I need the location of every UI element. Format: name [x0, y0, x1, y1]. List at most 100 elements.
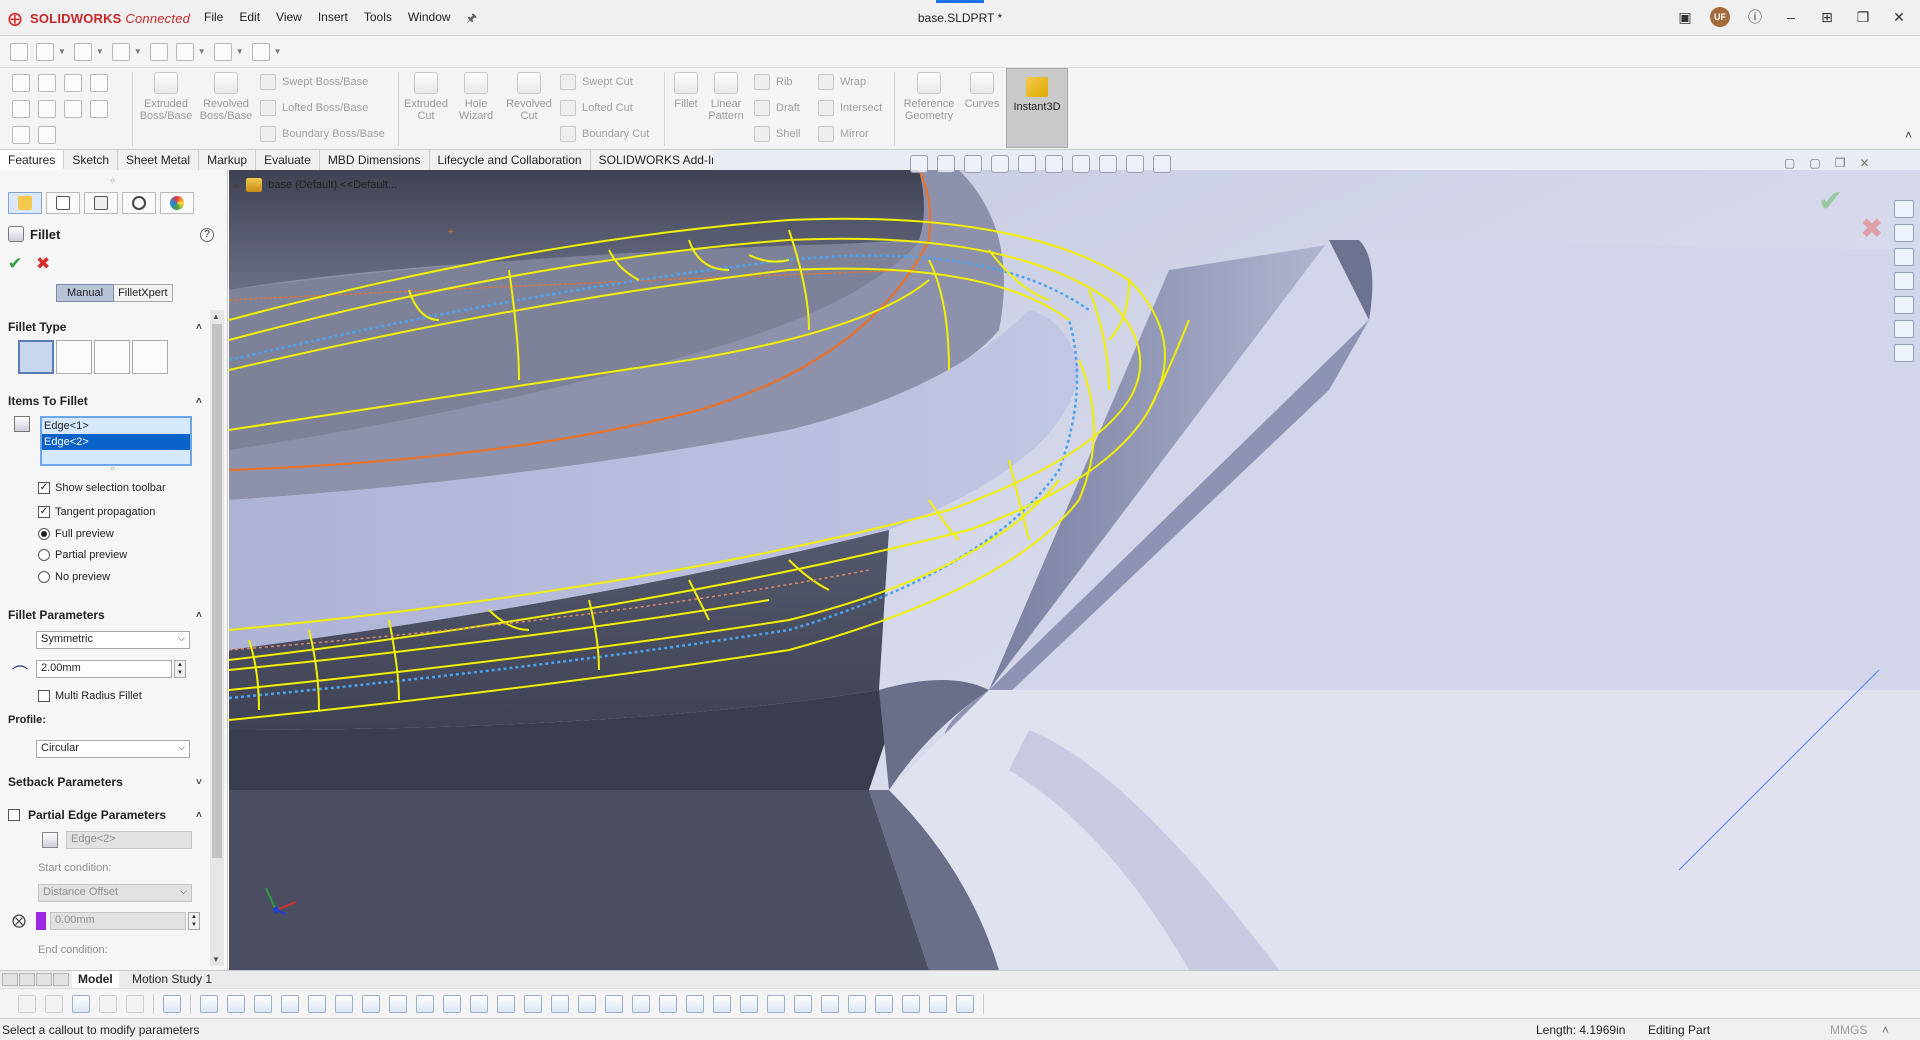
draft-button[interactable]: Draft	[754, 100, 800, 116]
filter-geometric-tolerance-icon[interactable]	[551, 994, 569, 1013]
lofted-cut-button[interactable]: Lofted Cut	[560, 100, 633, 116]
instant3d-button[interactable]: Instant3D	[1006, 68, 1068, 148]
zoom-to-area-icon[interactable]	[937, 155, 955, 173]
home-icon[interactable]	[12, 74, 30, 92]
scrollbar-thumb[interactable]	[212, 324, 222, 858]
new-document-icon[interactable]	[36, 42, 54, 61]
menu-edit[interactable]: Edit	[239, 10, 260, 24]
tab-lifecycle-collaboration[interactable]: Lifecycle and Collaboration	[429, 150, 591, 170]
filter-surface-finish-icon[interactable]	[524, 994, 542, 1013]
configuration-manager-tab[interactable]	[84, 192, 118, 214]
fillet-method-select[interactable]: Symmetric ⌵	[36, 631, 190, 649]
hide-show-items-icon[interactable]	[1072, 155, 1090, 173]
previous-view-icon[interactable]	[964, 155, 982, 173]
partial-preview-row[interactable]: Partial preview	[38, 549, 127, 561]
tab-motion-study-1[interactable]: Motion Study 1	[126, 971, 218, 989]
constant-size-fillet-button[interactable]	[18, 340, 54, 374]
filter-routing-points-icon[interactable]	[794, 994, 812, 1013]
filter-solid-bodies-icon[interactable]	[281, 994, 299, 1013]
confirmation-corner-ok-icon[interactable]: ✔	[1818, 184, 1843, 219]
filter-mesh-vertices-icon[interactable]	[956, 994, 974, 1013]
previous-tab-icon[interactable]	[19, 973, 35, 986]
partial-edge-parameters-header[interactable]: Partial Edge Parameters ˄	[8, 806, 202, 824]
hole-wizard-button[interactable]: Hole Wizard	[452, 72, 500, 122]
fillet-button[interactable]: Fillet	[668, 72, 704, 110]
items-to-fillet-header[interactable]: Items To Fillet ˄	[8, 392, 202, 410]
filter-dimensions-icon[interactable]	[497, 994, 515, 1013]
filter-mesh-facets-icon[interactable]	[902, 994, 920, 1013]
filter-midpoints-icon[interactable]	[416, 994, 434, 1013]
graphics-viewport[interactable]	[229, 170, 1920, 970]
restore-icon[interactable]: ❐	[1852, 6, 1874, 28]
close-icon[interactable]: ✕	[1888, 6, 1910, 28]
tile-windows-icon[interactable]: ⊞	[1816, 6, 1838, 28]
offset-distance-input[interactable]: 0.00mm	[50, 912, 186, 930]
boundary-cut-button[interactable]: Boundary Cut	[560, 126, 649, 142]
view-orientation-icon[interactable]	[1018, 155, 1036, 173]
reference-geometry-button[interactable]: Reference Geometry	[898, 72, 960, 122]
display-manager-tab[interactable]	[160, 192, 194, 214]
tangent-propagation-row[interactable]: ✓ Tangent propagation	[38, 506, 155, 518]
undo-icon[interactable]	[213, 42, 232, 61]
cancel-x-icon[interactable]: ✖	[36, 254, 50, 274]
tab-sketch[interactable]: Sketch	[64, 150, 119, 170]
swept-cut-button[interactable]: Swept Cut	[560, 74, 633, 90]
tab-features[interactable]: Features	[0, 150, 65, 170]
solidworks-forum-icon[interactable]	[1894, 344, 1914, 362]
filter-notes-icon[interactable]	[578, 994, 596, 1013]
no-preview-radio[interactable]	[38, 571, 50, 583]
dropdown-arrow-icon[interactable]: ▼	[236, 47, 244, 56]
home-icon[interactable]	[10, 42, 28, 61]
intersect-button[interactable]: Intersect	[818, 100, 882, 116]
filter-connection-points-icon[interactable]	[767, 994, 785, 1013]
wrap-button[interactable]: Wrap	[818, 74, 866, 90]
save-icon[interactable]	[38, 74, 56, 92]
viewport-tile-right-icon[interactable]: ▢	[1809, 156, 1820, 170]
display-style-icon[interactable]	[1045, 155, 1063, 173]
filter-mesh-edges-icon[interactable]	[929, 994, 947, 1013]
filletxpert-mode-button[interactable]: FilletXpert	[114, 284, 173, 302]
feature-manager-tab[interactable]	[8, 192, 42, 214]
property-manager-tab[interactable]	[46, 192, 80, 214]
save-icon[interactable]	[111, 42, 130, 61]
full-preview-row[interactable]: Full preview	[38, 528, 114, 540]
rebuild-icon[interactable]	[90, 100, 108, 118]
shell-button[interactable]: Shell	[754, 126, 800, 142]
next-tab-icon[interactable]	[36, 973, 52, 986]
rib-button[interactable]: Rib	[754, 74, 793, 90]
filter-edges-icon[interactable]	[200, 994, 218, 1013]
scroll-up-icon[interactable]: ▲	[212, 312, 220, 321]
list-item[interactable]: Edge<1>	[42, 418, 190, 434]
filter-blocks-icon[interactable]	[713, 994, 731, 1013]
variable-size-fillet-button[interactable]	[56, 340, 92, 374]
view-palette-icon[interactable]	[1894, 272, 1914, 290]
menu-tools[interactable]: Tools	[364, 10, 392, 24]
partial-edge-field[interactable]: Edge<2>	[66, 831, 192, 849]
tab-mbd-dimensions[interactable]: MBD Dimensions	[319, 150, 430, 170]
ok-check-icon[interactable]: ✔	[8, 254, 22, 274]
zoom-to-fit-icon[interactable]	[910, 155, 928, 173]
collapse-chevron-icon[interactable]: ˄	[196, 396, 202, 407]
filter-vertices-icon[interactable]	[163, 994, 181, 1013]
box-select-icon[interactable]	[126, 994, 144, 1013]
start-condition-select[interactable]: Distance Offset ⌵	[38, 884, 192, 902]
filter-surface-bodies-icon[interactable]	[254, 994, 272, 1013]
no-preview-row[interactable]: No preview	[38, 571, 110, 583]
tab-sheet-metal[interactable]: Sheet Metal	[118, 150, 200, 170]
redo-icon[interactable]	[251, 42, 270, 61]
radius-spinner[interactable]: ▲ ▼	[174, 660, 186, 678]
menu-window[interactable]: Window	[408, 10, 451, 24]
dropdown-arrow-icon[interactable]: ▼	[58, 47, 66, 56]
select-pointer-icon[interactable]	[99, 994, 117, 1013]
extruded-cut-button[interactable]: Extruded Cut	[402, 72, 450, 122]
tab-model[interactable]: Model	[72, 971, 119, 989]
items-to-fillet-list[interactable]: Edge<1> Edge<2>	[40, 416, 192, 466]
undo-icon[interactable]	[64, 74, 82, 92]
filter-datum-features-icon[interactable]	[605, 994, 623, 1013]
face-fillet-button[interactable]	[94, 340, 130, 374]
panel-grip-icon[interactable]: ○	[110, 176, 115, 185]
view-settings-icon[interactable]	[1153, 155, 1171, 173]
swept-boss-base-button[interactable]: Swept Boss/Base	[260, 74, 368, 90]
redo-icon[interactable]	[64, 100, 82, 118]
select-icon[interactable]	[90, 74, 108, 92]
